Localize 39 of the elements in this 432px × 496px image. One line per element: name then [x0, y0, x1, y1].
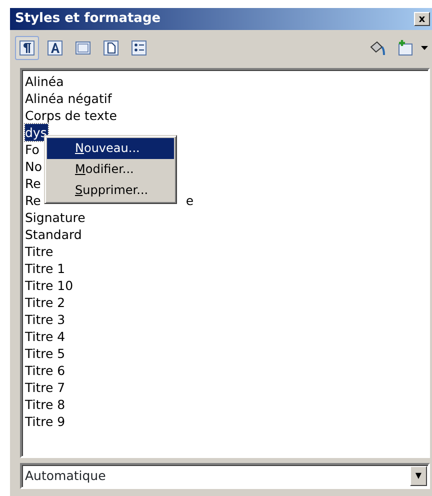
new-style-icon	[396, 39, 414, 57]
style-item[interactable]: Titre 7	[25, 379, 66, 396]
style-item[interactable]: Corps de texte	[25, 107, 118, 124]
style-item[interactable]: Titre 10	[25, 277, 74, 294]
style-item-text: e	[186, 192, 194, 209]
caret-icon[interactable]	[421, 46, 428, 50]
menu-item[interactable]: Nouveau...	[47, 138, 174, 159]
style-item[interactable]: Titre 3	[25, 311, 66, 328]
paint-bucket-icon	[368, 39, 386, 57]
frame-icon	[74, 39, 92, 57]
page-icon	[102, 39, 120, 57]
character-icon	[46, 39, 64, 57]
list-icon	[130, 39, 148, 57]
window-title: Styles et formatage	[15, 10, 161, 28]
close-button[interactable]: x	[414, 12, 430, 26]
filter-dropdown[interactable]: Automatique ▼	[20, 463, 430, 489]
style-item[interactable]: Titre 8	[25, 396, 66, 413]
dropdown-arrow-button[interactable]: ▼	[410, 466, 427, 486]
menu-item[interactable]: Supprimer...	[47, 180, 174, 201]
style-item[interactable]: Alinéa négatif	[25, 90, 113, 107]
style-item[interactable]: Re	[25, 175, 42, 192]
filter-value: Automatique	[25, 466, 106, 485]
paragraph-button[interactable]	[15, 36, 39, 60]
style-item[interactable]: Titre 9	[25, 413, 66, 430]
style-item[interactable]: Re	[25, 192, 42, 209]
style-item[interactable]: Titre 2	[25, 294, 66, 311]
menu-item[interactable]: Modifier...	[47, 159, 174, 180]
style-item[interactable]: Titre 1	[25, 260, 66, 277]
style-item[interactable]: Titre 6	[25, 362, 66, 379]
style-item[interactable]: Titre	[25, 243, 54, 260]
style-item[interactable]: dys	[25, 124, 48, 141]
paragraph-icon	[18, 39, 36, 57]
style-item[interactable]: Standard	[25, 226, 83, 243]
style-item[interactable]: Titre 4	[25, 328, 66, 345]
style-item[interactable]: Alinéa	[25, 73, 65, 90]
style-item[interactable]: Fo	[25, 141, 40, 158]
style-item[interactable]: Signature	[25, 209, 86, 226]
style-item[interactable]: Titre 5	[25, 345, 66, 362]
style-item[interactable]: No	[25, 158, 43, 175]
